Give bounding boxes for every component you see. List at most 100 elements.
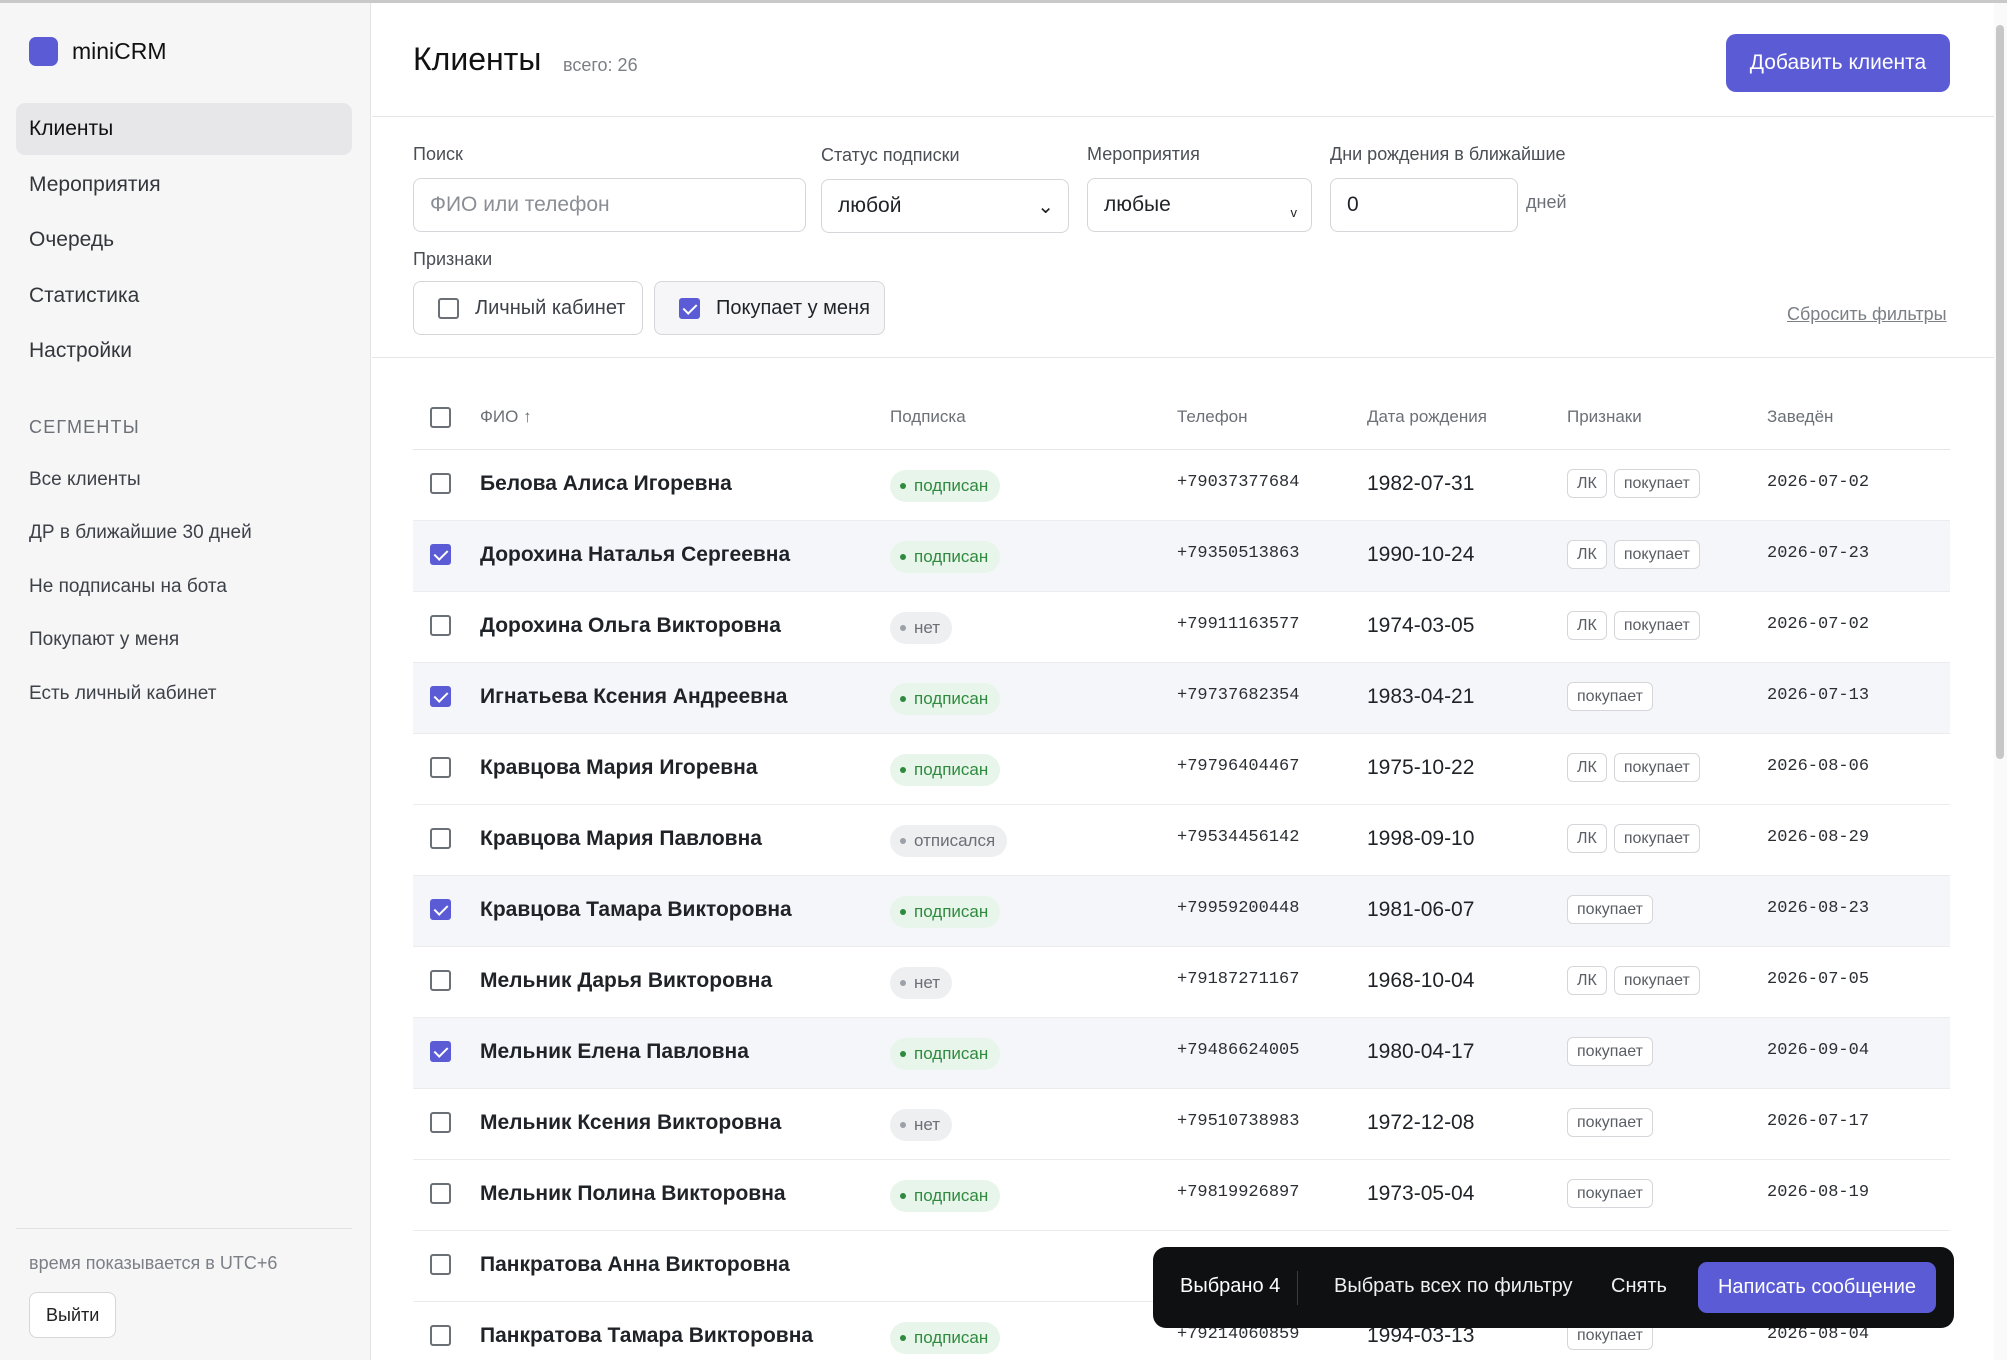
table-row[interactable]: Игнатьева Ксения Андреевна подписан +79737…	[413, 663, 1950, 734]
row-checkbox[interactable]	[430, 615, 451, 636]
client-name[interactable]: Мельник Дарья Викторовна	[480, 969, 772, 993]
status-select[interactable]: любой ⌄	[821, 179, 1069, 233]
segment-item[interactable]: Все клиенты	[29, 453, 252, 507]
col-created[interactable]: Заведён	[1767, 407, 1833, 427]
row-checkbox[interactable]	[430, 1112, 451, 1133]
scrollbar-thumb[interactable]	[1996, 25, 2004, 759]
client-name[interactable]: Мельник Полина Викторовна	[480, 1182, 786, 1206]
col-name[interactable]: ФИО ↑	[480, 407, 532, 427]
row-checkbox[interactable]	[430, 970, 451, 991]
trait-tag: ЛК	[1567, 966, 1607, 995]
traits-label: Признаки	[413, 249, 493, 269]
table-row[interactable]: Мельник Дарья Викторовна нет +79187271167 1…	[413, 947, 1950, 1018]
trait-tag: покупает	[1567, 1037, 1653, 1066]
client-name[interactable]: Игнатьева Ксения Андреевна	[480, 685, 787, 709]
client-name[interactable]: Панкратова Анна Викторовна	[480, 1253, 790, 1277]
table-row[interactable]: Кравцова Тамара Викторовна подписан +79959…	[413, 876, 1950, 947]
col-birthday[interactable]: Дата рождения	[1367, 407, 1487, 427]
table-row[interactable]: Белова Алиса Игоревна подписан +7903737768…	[413, 450, 1950, 521]
client-phone: +79737682354	[1177, 686, 1300, 705]
segment-item[interactable]: Не подписаны на бота	[29, 560, 252, 614]
subscription-badge: нет	[890, 612, 953, 644]
nav-item[interactable]: Клиенты	[16, 103, 352, 155]
scrollbar[interactable]	[1994, 3, 2007, 1360]
row-checkbox[interactable]	[430, 1041, 451, 1062]
row-checkbox[interactable]	[430, 473, 451, 494]
trait-tag: ЛК	[1567, 611, 1607, 640]
select-all-filtered-button[interactable]: Выбрать всех по фильтру	[1334, 1275, 1572, 1298]
client-name[interactable]: Кравцова Мария Павловна	[480, 827, 762, 851]
subscription-badge: подписан	[890, 1180, 1001, 1212]
send-message-button[interactable]: Написать сообщение	[1698, 1262, 1936, 1313]
row-checkbox[interactable]	[430, 544, 451, 565]
subscription-badge: подписан	[890, 470, 1001, 502]
row-checkbox[interactable]	[430, 1183, 451, 1204]
row-checkbox[interactable]	[430, 757, 451, 778]
checkbox[interactable]	[438, 297, 459, 319]
add-client-button[interactable]: Добавить клиента	[1726, 34, 1950, 92]
nav-item[interactable]: Мероприятия	[16, 159, 352, 211]
client-created: 2026-07-17	[1767, 1112, 1870, 1131]
client-birthday: 1973-05-04	[1367, 1182, 1475, 1205]
client-name[interactable]: Панкратова Тамара Викторовна	[480, 1324, 813, 1348]
table-row[interactable]: Мельник Ксения Викторовна нет +79510738983…	[413, 1089, 1950, 1160]
client-name[interactable]: Кравцова Тамара Викторовна	[480, 898, 792, 922]
row-checkbox[interactable]	[430, 828, 451, 849]
nav-item[interactable]: Настройки	[16, 325, 352, 377]
client-phone: +79037377684	[1177, 473, 1300, 492]
trait-buys-toggle[interactable]: Покупает у меня	[654, 281, 885, 335]
table-row[interactable]: Кравцова Мария Игоревна подписан +79796404…	[413, 734, 1950, 805]
nav-item[interactable]: Статистика	[16, 270, 352, 322]
row-checkbox[interactable]	[430, 1325, 451, 1346]
client-name[interactable]: Дорохина Наталья Сергеевна	[480, 543, 790, 567]
table-row[interactable]: Кравцова Мария Павловна отписался +7953445…	[413, 805, 1950, 876]
trait-tag: покупает	[1567, 682, 1653, 711]
clear-selection-button[interactable]: Снять	[1611, 1275, 1667, 1298]
select-all-checkbox[interactable]	[430, 407, 451, 428]
subscription-status: подписан	[914, 476, 989, 495]
col-traits[interactable]: Признаки	[1567, 407, 1642, 427]
birthday-days-input[interactable]: 0	[1330, 178, 1518, 232]
client-name[interactable]: Кравцова Мария Игоревна	[480, 756, 758, 780]
client-phone: +79911163577	[1177, 615, 1300, 634]
client-birthday: 1990-10-24	[1367, 543, 1475, 566]
timezone-note: время показывается в UTC+6	[29, 1253, 278, 1273]
segment-item[interactable]: ДР в ближайшие 30 дней	[29, 507, 252, 561]
segment-item[interactable]: Есть личный кабинет	[29, 667, 252, 721]
brand[interactable]: miniCRM	[29, 37, 167, 66]
events-select[interactable]: любые v	[1087, 178, 1312, 232]
birthday-days-value: 0	[1347, 193, 1359, 216]
checkbox[interactable]	[679, 297, 700, 319]
logout-button[interactable]: Выйти	[29, 1292, 117, 1338]
status-dot-icon	[900, 838, 906, 844]
birthday-unit: дней	[1526, 192, 1567, 212]
client-name[interactable]: Мельник Елена Павловна	[480, 1040, 749, 1064]
col-phone[interactable]: Телефон	[1177, 407, 1248, 427]
trait-tag: покупает	[1613, 966, 1700, 995]
row-checkbox[interactable]	[430, 686, 451, 707]
subscription-badge: подписан	[890, 1322, 1001, 1354]
table-row[interactable]: Дорохина Наталья Сергеевна подписан +79350…	[413, 521, 1950, 592]
subscription-badge: нет	[890, 1109, 953, 1141]
row-checkbox[interactable]	[430, 899, 451, 920]
subscription-status: подписан	[914, 689, 989, 708]
trait-buys-label: Покупает у меня	[716, 296, 870, 319]
client-name[interactable]: Белова Алиса Игоревна	[480, 472, 732, 496]
client-name[interactable]: Мельник Ксения Викторовна	[480, 1111, 781, 1135]
trait-cabinet-toggle[interactable]: Личный кабинет	[413, 281, 643, 335]
table-row[interactable]: Мельник Елена Павловна подписан +794866240…	[413, 1018, 1950, 1089]
birthday-label: Дни рождения в ближайшие	[1330, 144, 1566, 164]
row-checkbox[interactable]	[430, 1254, 451, 1275]
client-name[interactable]: Дорохина Ольга Викторовна	[480, 614, 781, 638]
table-row[interactable]: Мельник Полина Викторовна подписан +798199…	[413, 1160, 1950, 1231]
nav-item[interactable]: Очередь	[16, 214, 352, 266]
client-traits: ЛК покупает	[1567, 753, 1700, 782]
col-subscription[interactable]: Подписка	[890, 407, 966, 427]
client-birthday: 1983-04-21	[1367, 685, 1475, 708]
trait-tag: покупает	[1567, 1179, 1653, 1208]
search-input[interactable]: ФИО или телефон	[413, 178, 806, 232]
segment-item[interactable]: Покупают у меня	[29, 614, 252, 668]
client-phone: +79796404467	[1177, 757, 1300, 776]
table-row[interactable]: Дорохина Ольга Викторовна нет +79911163577…	[413, 592, 1950, 663]
reset-filters-link[interactable]: Сбросить фильтры	[1787, 304, 1947, 325]
